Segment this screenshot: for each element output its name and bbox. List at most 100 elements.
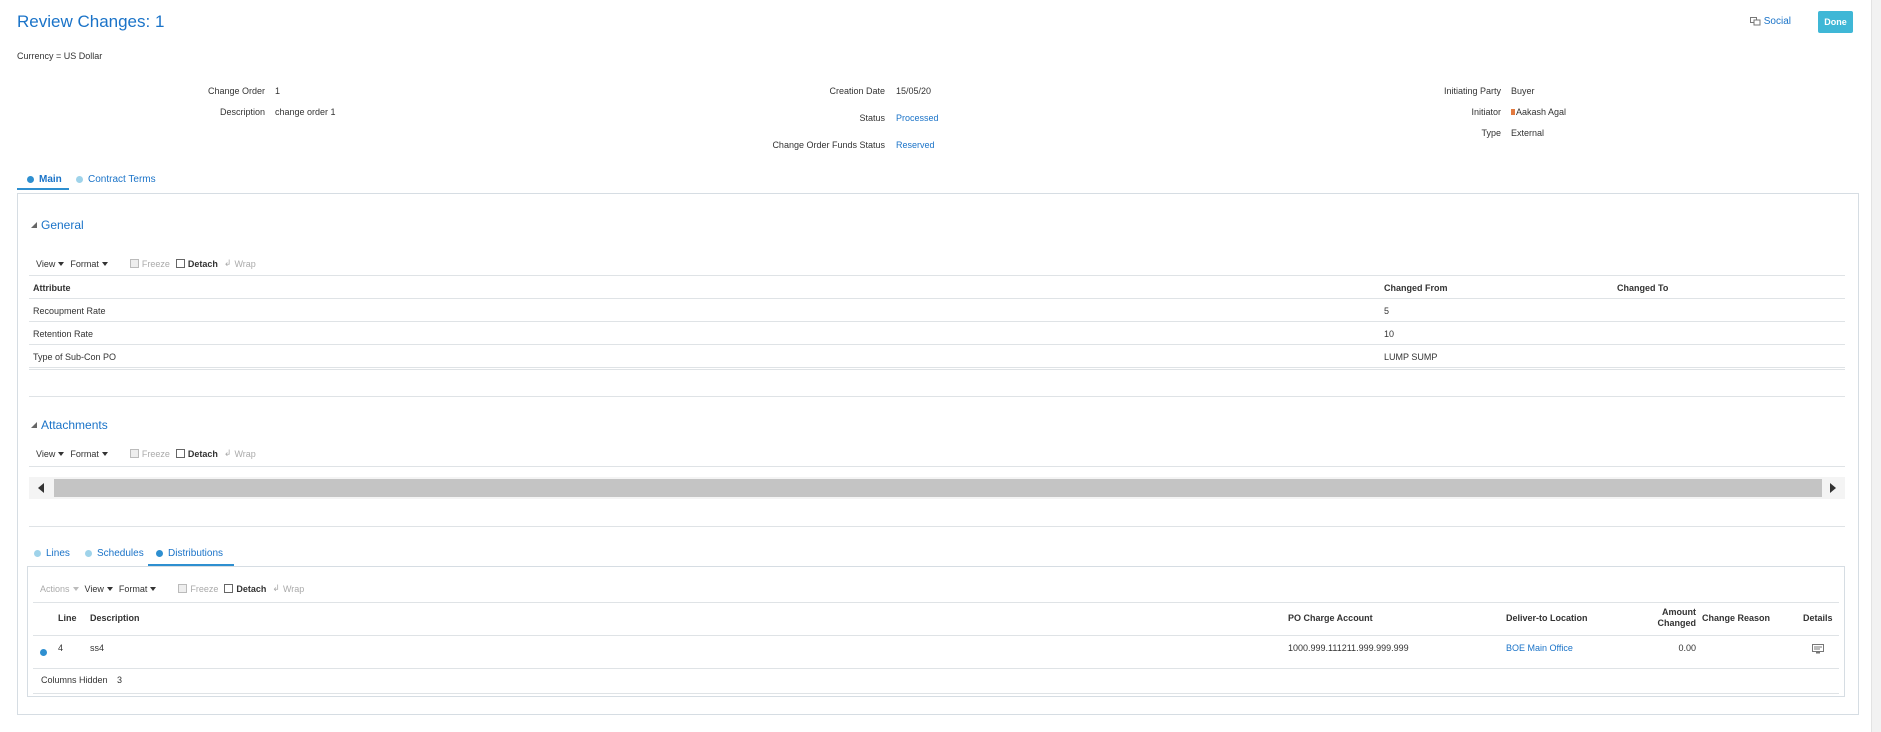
wrap-button[interactable]: ↲ Wrap bbox=[224, 258, 256, 269]
page-title: Review Changes: 1 bbox=[17, 12, 165, 31]
attachments-section-header[interactable]: Attachments bbox=[31, 418, 108, 432]
divider bbox=[29, 367, 1845, 368]
format-menu[interactable]: Format bbox=[70, 449, 108, 459]
freeze-button[interactable]: Freeze bbox=[129, 448, 170, 459]
freeze-button[interactable]: Freeze bbox=[178, 584, 218, 594]
funds-status-link[interactable]: Reserved bbox=[896, 140, 935, 150]
initiator-value-group[interactable]: Aakash Agal bbox=[1511, 107, 1566, 117]
horizontal-scrollbar[interactable] bbox=[29, 477, 1845, 499]
freeze-icon bbox=[129, 259, 139, 268]
tab-distributions[interactable]: Distributions bbox=[156, 548, 223, 559]
general-row-attribute: Type of Sub-Con PO bbox=[33, 352, 117, 362]
divider bbox=[29, 321, 1845, 322]
tab-dot-icon bbox=[27, 176, 34, 183]
chevron-down-icon bbox=[150, 586, 157, 591]
flag-icon bbox=[1511, 109, 1515, 115]
view-label: View bbox=[36, 448, 56, 459]
tab-distributions-label: Distributions bbox=[168, 548, 224, 559]
scroll-left-arrow-icon[interactable] bbox=[38, 483, 44, 493]
dist-row-deliver-to-link[interactable]: BOE Main Office bbox=[1506, 643, 1573, 653]
column-header-po-charge-account[interactable]: PO Charge Account bbox=[1288, 613, 1373, 623]
amount-changed-line2: Changed bbox=[1657, 618, 1696, 628]
general-section-header[interactable]: General bbox=[31, 218, 84, 232]
wrap-label: Wrap bbox=[282, 583, 305, 594]
amount-changed-line1: Amount bbox=[1662, 607, 1696, 617]
distributions-toolbar: Actions View Format Freeze Detach ↲ Wrap bbox=[40, 583, 304, 594]
collapse-triangle-icon bbox=[31, 222, 37, 228]
view-menu[interactable]: View bbox=[36, 258, 65, 269]
creation-date-value: 15/05/20 bbox=[896, 86, 932, 96]
social-label: Social bbox=[1763, 16, 1791, 27]
tab-schedules[interactable]: Schedules bbox=[85, 548, 144, 559]
tab-dot-icon bbox=[34, 550, 41, 557]
tab-dot-icon bbox=[156, 550, 163, 557]
social-link[interactable]: Social bbox=[1749, 16, 1791, 27]
detach-label: Detach bbox=[187, 258, 218, 269]
view-menu[interactable]: View bbox=[85, 584, 113, 594]
wrap-icon: ↲ bbox=[223, 258, 232, 268]
format-label: Format bbox=[70, 258, 99, 269]
status-link[interactable]: Processed bbox=[896, 113, 939, 123]
actions-menu[interactable]: Actions bbox=[40, 584, 79, 594]
tab-dot-icon bbox=[85, 550, 92, 557]
divider bbox=[33, 602, 1839, 603]
divider bbox=[33, 635, 1839, 636]
tab-lines[interactable]: Lines bbox=[34, 548, 70, 559]
columns-hidden-label: Columns Hidden bbox=[41, 675, 108, 685]
wrap-icon: ↲ bbox=[223, 448, 232, 458]
detach-button[interactable]: Detach bbox=[224, 584, 266, 594]
page-vertical-scrollbar[interactable] bbox=[1871, 0, 1881, 732]
scrollbar-thumb[interactable] bbox=[54, 479, 1822, 497]
wrap-icon: ↲ bbox=[272, 583, 280, 593]
column-header-attribute[interactable]: Attribute bbox=[33, 283, 71, 293]
general-row-from: LUMP SUMP bbox=[1384, 352, 1438, 362]
done-button[interactable]: Done bbox=[1818, 11, 1853, 33]
detach-button[interactable]: Detach bbox=[175, 258, 218, 269]
detach-label: Detach bbox=[187, 448, 218, 459]
scroll-right-arrow-icon[interactable] bbox=[1830, 483, 1836, 493]
change-order-label: Change Order bbox=[207, 86, 265, 96]
view-label: View bbox=[36, 258, 56, 269]
tab-contract-terms[interactable]: Contract Terms bbox=[76, 174, 156, 185]
column-header-deliver-to[interactable]: Deliver-to Location bbox=[1506, 613, 1588, 623]
freeze-button[interactable]: Freeze bbox=[129, 259, 170, 269]
dist-row-description: ss4 bbox=[90, 643, 105, 653]
attachments-title: Attachments bbox=[41, 418, 108, 432]
column-header-change-reason[interactable]: Change Reason bbox=[1702, 613, 1770, 623]
wrap-label: Wrap bbox=[234, 258, 256, 269]
general-row-from: 5 bbox=[1384, 306, 1390, 316]
general-title: General bbox=[41, 218, 84, 232]
chevron-down-icon bbox=[58, 261, 65, 266]
details-icon[interactable] bbox=[1812, 644, 1824, 654]
chevron-down-icon bbox=[101, 261, 108, 266]
format-menu[interactable]: Format bbox=[119, 584, 157, 594]
initiator-value: Aakash Agal bbox=[1516, 107, 1567, 117]
freeze-label: Freeze bbox=[141, 448, 170, 459]
wrap-button[interactable]: ↲ Wrap bbox=[224, 448, 256, 459]
dist-row-po-charge-account: 1000.999.111211.999.999.999 bbox=[1288, 643, 1409, 653]
detach-button[interactable]: Detach bbox=[175, 448, 218, 459]
section-divider bbox=[29, 526, 1845, 527]
freeze-label: Freeze bbox=[190, 583, 219, 594]
column-header-description[interactable]: Description bbox=[90, 613, 140, 623]
divider bbox=[29, 275, 1845, 276]
wrap-button[interactable]: ↲ Wrap bbox=[272, 583, 304, 594]
description-value: change order 1 bbox=[275, 107, 336, 117]
column-header-line[interactable]: Line bbox=[58, 613, 77, 623]
chevron-down-icon bbox=[101, 451, 108, 456]
column-header-details[interactable]: Details bbox=[1803, 613, 1833, 623]
status-label: Status bbox=[859, 113, 885, 123]
general-row-from: 10 bbox=[1384, 329, 1395, 339]
column-header-changed-to[interactable]: Changed To bbox=[1617, 283, 1668, 293]
description-label: Description bbox=[219, 107, 265, 117]
format-menu[interactable]: Format bbox=[70, 259, 108, 269]
divider bbox=[33, 668, 1839, 669]
tab-main[interactable]: Main bbox=[27, 174, 62, 185]
view-menu[interactable]: View bbox=[36, 448, 65, 459]
divider bbox=[29, 344, 1845, 345]
chevron-down-icon bbox=[106, 586, 113, 591]
change-order-value: 1 bbox=[275, 86, 281, 96]
column-header-amount-changed[interactable]: Amount Changed bbox=[1650, 607, 1696, 629]
detach-icon bbox=[224, 584, 234, 593]
column-header-changed-from[interactable]: Changed From bbox=[1384, 283, 1448, 293]
